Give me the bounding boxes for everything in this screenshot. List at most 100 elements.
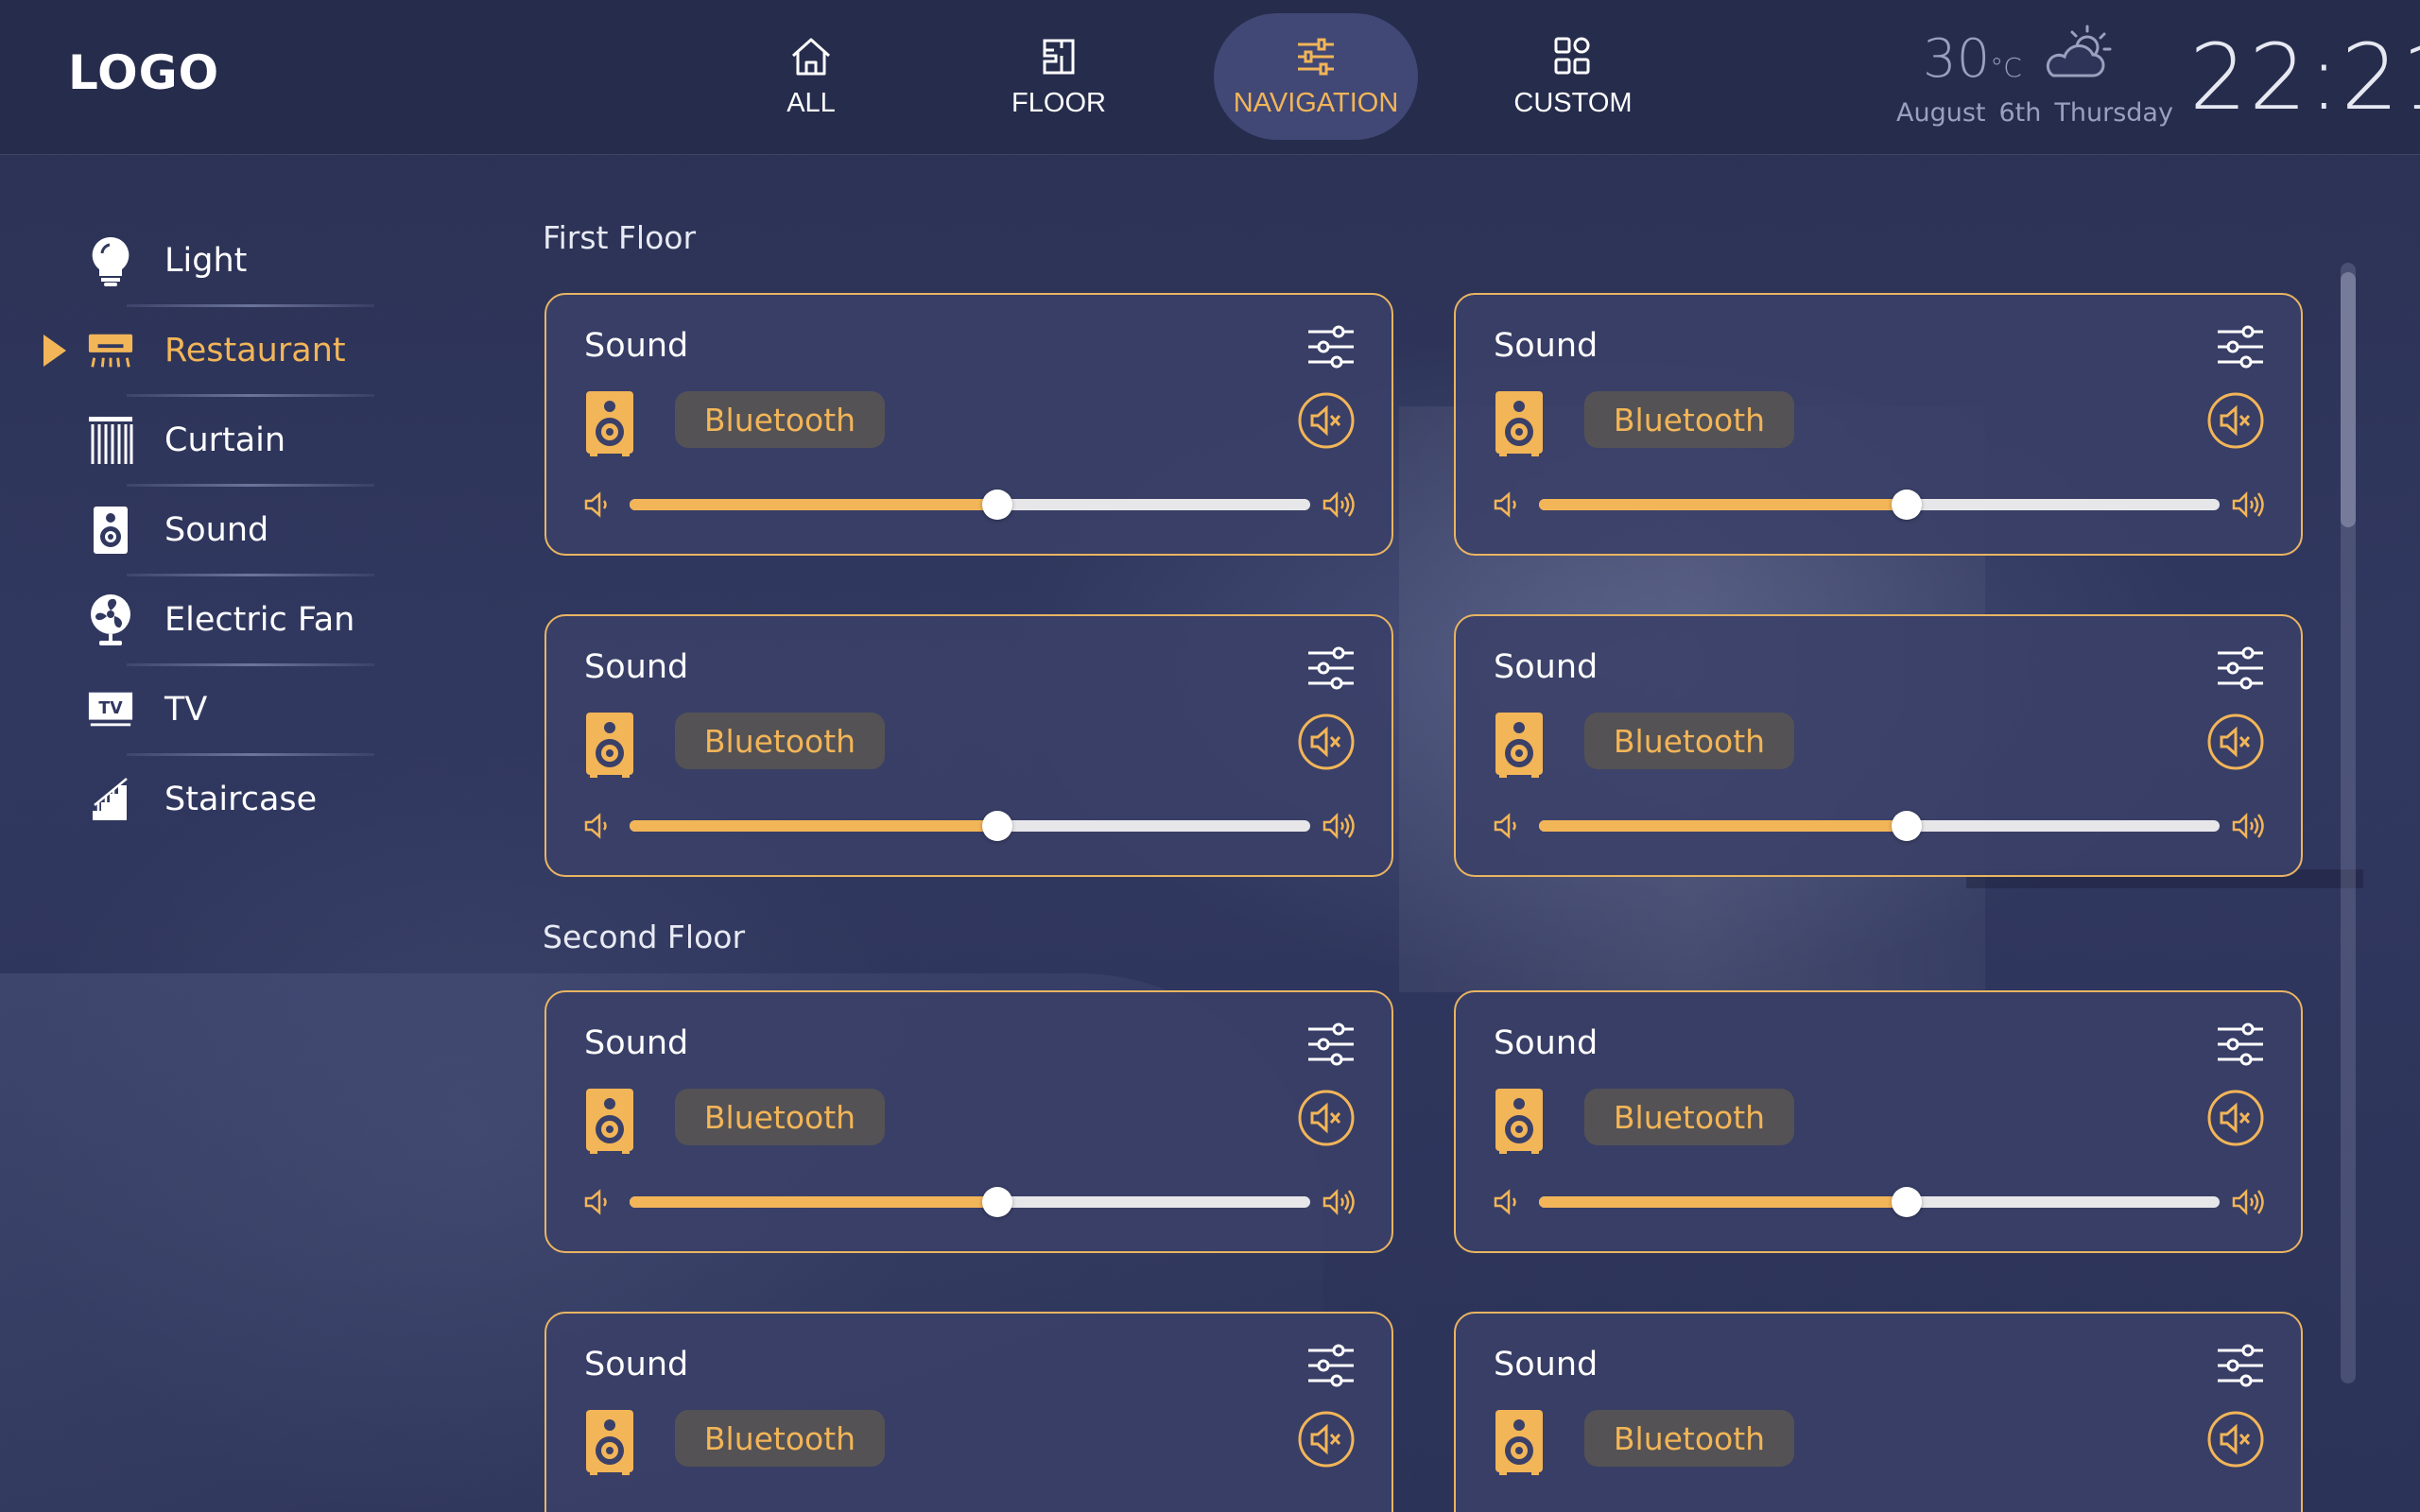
sidebar-item-label: TV bbox=[164, 691, 208, 729]
mute-icon[interactable] bbox=[2206, 391, 2265, 450]
mute-icon[interactable] bbox=[2206, 713, 2265, 771]
curtain-icon bbox=[87, 417, 134, 464]
volume-slider-fill bbox=[630, 1196, 997, 1208]
mute-icon[interactable] bbox=[1297, 713, 1356, 771]
volume-slider[interactable] bbox=[630, 490, 1310, 520]
settings-sliders-icon[interactable] bbox=[2216, 323, 2265, 370]
volume-slider-thumb[interactable] bbox=[981, 1187, 1012, 1217]
tab-label: FLOOR bbox=[1011, 87, 1106, 118]
volume-slider-thumb[interactable] bbox=[1891, 490, 1922, 520]
scrollbar[interactable] bbox=[2341, 263, 2356, 1383]
floor-plan-icon bbox=[1043, 39, 1075, 74]
settings-sliders-icon[interactable] bbox=[1306, 1021, 1356, 1068]
sidebar-item-label: Sound bbox=[164, 511, 269, 549]
settings-sliders-icon[interactable] bbox=[2216, 644, 2265, 692]
volume-slider[interactable] bbox=[1539, 490, 2220, 520]
tab-navigation[interactable]: NAVIGATION bbox=[1214, 13, 1418, 140]
volume-slider-thumb[interactable] bbox=[981, 811, 1012, 841]
air-conditioner-icon bbox=[87, 327, 134, 374]
volume-low-icon bbox=[582, 490, 613, 520]
volume-slider-fill bbox=[1539, 1196, 1907, 1208]
mute-icon[interactable] bbox=[1297, 391, 1356, 450]
volume-slider[interactable] bbox=[630, 1187, 1310, 1217]
sidebar-item-label: Electric Fan bbox=[164, 601, 355, 639]
mute-icon[interactable] bbox=[2206, 1410, 2265, 1469]
source-button[interactable]: Bluetooth bbox=[1584, 1089, 1794, 1145]
source-button[interactable]: Bluetooth bbox=[1584, 713, 1794, 769]
svg-text:TV: TV bbox=[98, 699, 123, 718]
sound-card: Sound Bluetooth bbox=[544, 614, 1393, 877]
sidebar-item-sound[interactable]: Sound bbox=[0, 487, 397, 574]
mute-icon[interactable] bbox=[2206, 1089, 2265, 1147]
volume-slider-fill bbox=[630, 820, 997, 832]
bulb-icon bbox=[87, 236, 134, 286]
card-title: Sound bbox=[1494, 1024, 1599, 1062]
scrollbar-thumb[interactable] bbox=[2341, 272, 2356, 527]
speaker-icon bbox=[1494, 711, 1545, 779]
sidebar: Light Restaurant Curtain Sound Electric … bbox=[0, 217, 397, 843]
volume-high-icon bbox=[2231, 1187, 2265, 1217]
sidebar-item-staircase[interactable]: Staircase bbox=[0, 756, 397, 843]
settings-sliders-icon[interactable] bbox=[2216, 1021, 2265, 1068]
sidebar-item-curtain[interactable]: Curtain bbox=[0, 397, 397, 484]
sound-card: Sound Bluetooth bbox=[544, 293, 1393, 556]
speaker-icon bbox=[1494, 1087, 1545, 1155]
card-title: Sound bbox=[584, 1346, 689, 1383]
volume-slider[interactable] bbox=[630, 811, 1310, 841]
speaker-icon bbox=[584, 1087, 635, 1155]
tab-label: CUSTOM bbox=[1513, 87, 1633, 118]
active-indicator-icon bbox=[43, 335, 66, 367]
tab-all[interactable]: ALL bbox=[709, 13, 913, 140]
settings-sliders-icon[interactable] bbox=[1306, 644, 1356, 692]
volume-slider-fill bbox=[1539, 499, 1907, 510]
settings-sliders-icon[interactable] bbox=[1306, 323, 1356, 370]
clock: 22:21 bbox=[2189, 25, 2420, 130]
volume-slider[interactable] bbox=[1539, 811, 2220, 841]
sidebar-item-tv[interactable]: TV TV bbox=[0, 666, 397, 753]
sidebar-item-electric-fan[interactable]: Electric Fan bbox=[0, 576, 397, 663]
settings-sliders-icon[interactable] bbox=[1306, 1342, 1356, 1389]
source-button[interactable]: Bluetooth bbox=[675, 391, 885, 448]
sound-card: Sound Bluetooth bbox=[1454, 1312, 2303, 1512]
volume-slider-thumb[interactable] bbox=[981, 490, 1012, 520]
volume-low-icon bbox=[582, 1187, 613, 1217]
source-button[interactable]: Bluetooth bbox=[1584, 391, 1794, 448]
date: August 6th Thursday bbox=[1896, 98, 2187, 128]
volume-slider-thumb[interactable] bbox=[1891, 1187, 1922, 1217]
volume-high-icon bbox=[2231, 490, 2265, 520]
volume-slider-fill bbox=[630, 499, 997, 510]
volume-slider-fill bbox=[1539, 820, 1907, 832]
speaker-icon bbox=[584, 389, 635, 457]
speaker-icon bbox=[584, 1408, 635, 1476]
sound-card: Sound Bluetooth bbox=[1454, 614, 2303, 877]
tv-icon: TV bbox=[87, 686, 134, 733]
top-bar: LOGO ALL FLOOR NAVIGATION CUSTOM 30°C Au… bbox=[0, 0, 2420, 155]
mute-icon[interactable] bbox=[1297, 1089, 1356, 1147]
card-title: Sound bbox=[1494, 327, 1599, 365]
volume-low-icon bbox=[1492, 811, 1522, 841]
source-button[interactable]: Bluetooth bbox=[675, 713, 885, 769]
speaker-icon bbox=[584, 711, 635, 779]
section-title: First Floor bbox=[543, 219, 697, 256]
sidebar-item-light[interactable]: Light bbox=[0, 217, 397, 304]
volume-slider[interactable] bbox=[1539, 1187, 2220, 1217]
sidebar-item-label: Light bbox=[164, 242, 248, 280]
mute-icon[interactable] bbox=[1297, 1410, 1356, 1469]
temperature: 30°C bbox=[1923, 28, 2022, 90]
tab-label: ALL bbox=[786, 87, 836, 118]
tab-label: NAVIGATION bbox=[1233, 87, 1399, 118]
sidebar-item-restaurant[interactable]: Restaurant bbox=[0, 307, 397, 394]
source-button[interactable]: Bluetooth bbox=[675, 1410, 885, 1467]
tab-floor[interactable]: FLOOR bbox=[957, 13, 1161, 140]
volume-slider-thumb[interactable] bbox=[1891, 811, 1922, 841]
volume-high-icon bbox=[1322, 1187, 1356, 1217]
tab-custom[interactable]: CUSTOM bbox=[1471, 13, 1675, 140]
temperature-value: 30 bbox=[1923, 28, 1991, 90]
temperature-unit: °C bbox=[1990, 52, 2022, 83]
date-day: 6th bbox=[1998, 98, 2042, 128]
card-title: Sound bbox=[584, 1024, 689, 1062]
settings-sliders-icon[interactable] bbox=[2216, 1342, 2265, 1389]
source-button[interactable]: Bluetooth bbox=[1584, 1410, 1794, 1467]
speaker-icon bbox=[1494, 389, 1545, 457]
source-button[interactable]: Bluetooth bbox=[675, 1089, 885, 1145]
